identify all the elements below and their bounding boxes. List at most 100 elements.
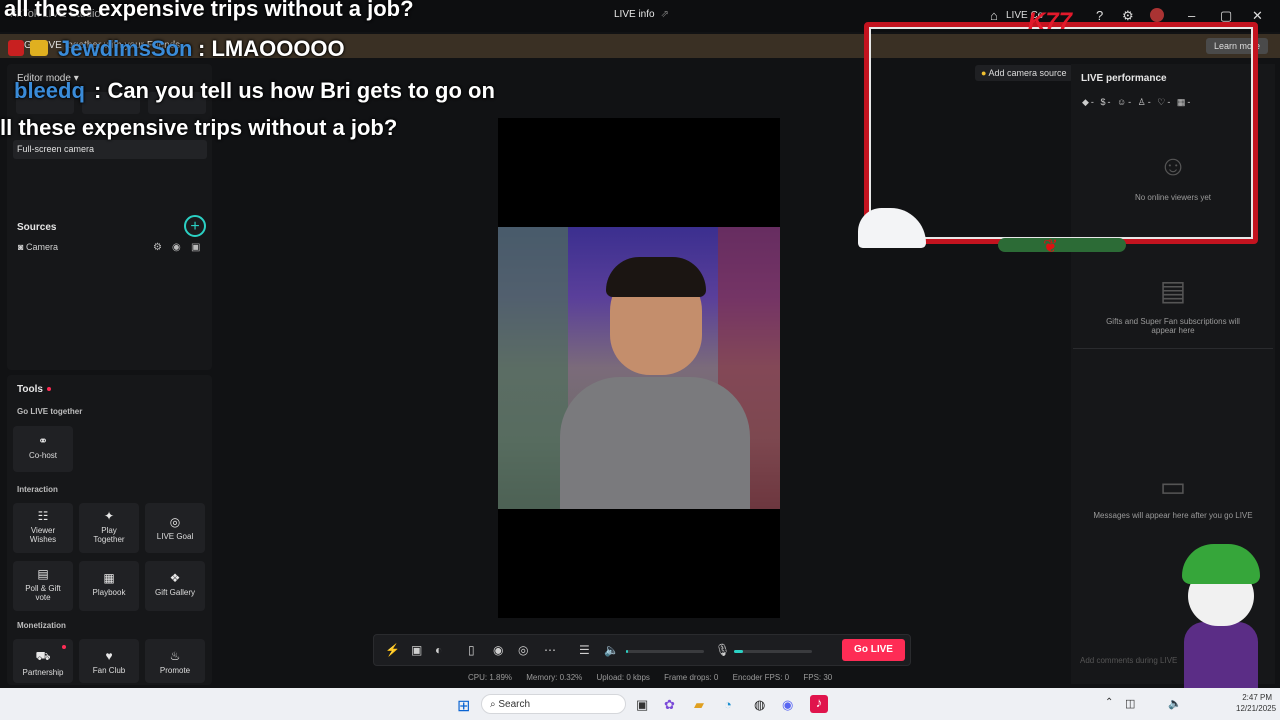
share-icon: ⇗ (660, 9, 669, 20)
chat-line-fragment: all these expensive trips without a job? (4, 0, 414, 21)
home-icon[interactable]: ⌂ (990, 8, 998, 23)
volume-icon[interactable]: 🔈 (604, 643, 619, 657)
more-icon[interactable]: ⋯ (544, 643, 556, 657)
camera-switch-icon[interactable]: ◎ (518, 643, 528, 657)
gift-gallery-label: Gift Gallery (154, 588, 195, 597)
neon-sign: K77 (1028, 8, 1073, 35)
taskbar-search[interactable]: ⌕ Search (481, 694, 626, 714)
poll-label-2: vote (35, 593, 51, 602)
mic-icon[interactable]: 🎙 (715, 643, 730, 657)
target-icon: ◎ (169, 515, 181, 529)
flame-icon: ♨ (169, 649, 181, 663)
volume-fill (626, 650, 629, 653)
chat-message: : Can you tell us how Bri gets to go on (94, 78, 495, 103)
play-together-tool[interactable]: ✦ Play Together (79, 503, 139, 553)
promote-label: Promote (159, 666, 191, 675)
viewer-wishes-label-2: Wishes (29, 535, 57, 544)
christmas-frame-overlay (864, 22, 1258, 244)
joker-hair (1182, 544, 1260, 584)
chat-empty-icon: ▭ (1159, 471, 1187, 502)
mic-fill (734, 650, 744, 653)
tools-title: Tools (17, 384, 43, 395)
memory-stat: Memory: 0.32% (526, 673, 583, 682)
record-icon[interactable]: ◉ (493, 643, 503, 657)
file-explorer-icon[interactable]: ▰ (694, 697, 704, 713)
badge-icon (8, 40, 24, 56)
upload-stat: Upload: 0 kbps (596, 673, 650, 682)
background-figure (498, 227, 568, 509)
mic-slider[interactable] (734, 650, 812, 653)
gifts-empty-text: Gifts and Super Fan subscriptions will a… (1106, 317, 1240, 335)
playbook-tool[interactable]: ▦ Playbook (79, 561, 139, 611)
network-icon[interactable]: ◫ (1125, 697, 1135, 710)
bow-icon: ❦ (1043, 236, 1059, 256)
promote-tool[interactable]: ♨ Promote (145, 639, 205, 683)
eye-icon[interactable]: ◉ (172, 242, 181, 253)
add-source-button[interactable]: + (184, 215, 206, 237)
copilot-icon[interactable]: ✿ (664, 697, 675, 713)
live-goal-tool[interactable]: ◎ LIVE Goal (145, 503, 205, 553)
divider (1073, 348, 1273, 349)
chat-message: : LMAOOOOO (198, 36, 345, 61)
gamepad-icon: ✦ (103, 509, 115, 523)
cohost-label: Co-host (28, 451, 57, 460)
play-together-label-2: Together (93, 535, 125, 544)
layout-fullscreen-camera[interactable]: Full-screen camera (13, 140, 207, 159)
crown-icon (30, 40, 48, 56)
app-icon[interactable]: ◍ (754, 697, 765, 713)
chevron-up-icon[interactable]: ⌃ (1105, 697, 1113, 708)
effects-icon[interactable]: ▣ (411, 643, 422, 657)
section-go-live-together: Go LIVE together (17, 407, 83, 416)
avatar[interactable] (1150, 8, 1164, 22)
sources-title: Sources (17, 222, 57, 233)
poll-gift-vote-tool[interactable]: ▤ Poll & Gift vote (13, 561, 73, 611)
discord-icon[interactable]: ◉ (782, 697, 793, 713)
cohost-tool[interactable]: ⚭ Co-host (13, 426, 73, 472)
chat-message-cont: ll these expensive trips without a job? (0, 115, 398, 140)
fan-club-label: Fan Club (92, 666, 126, 675)
poll-label: Poll & Gift (25, 584, 61, 593)
live-info-button[interactable]: LIVE info ⇗ (614, 9, 669, 20)
lock-icon[interactable]: ▣ (191, 242, 200, 253)
mixer-icon[interactable]: ☰ (579, 643, 590, 657)
phone-icon[interactable]: ▯ (468, 643, 475, 657)
clock[interactable]: 2:47 PM 12/21/2025 (1236, 692, 1276, 714)
partnership-label: Partnership (22, 668, 64, 677)
users-icon: ☷ (37, 509, 49, 523)
source-label: Camera (25, 242, 58, 252)
section-monetization: Monetization (17, 621, 66, 630)
volume-slider[interactable] (626, 650, 704, 653)
source-item-camera[interactable]: ◙ Camera (18, 242, 58, 252)
streamer-headphones (606, 257, 706, 297)
go-live-button[interactable]: Go LIVE (842, 639, 905, 661)
section-interaction: Interaction (17, 485, 58, 494)
viewer-wishes-tool[interactable]: ☷ Viewer Wishes (13, 503, 73, 553)
streamer-body (560, 377, 750, 509)
magic-wand-icon[interactable]: ⚡ (385, 643, 400, 657)
gift-empty-icon: ▤ (1159, 275, 1187, 306)
tiktok-live-studio-icon[interactable]: ♪ (810, 695, 828, 713)
camera-feed (498, 227, 780, 509)
browser-icon[interactable]: ◔ (724, 697, 732, 712)
garland-decoration (998, 238, 1126, 252)
date: 12/21/2025 (1236, 704, 1277, 713)
gift-gallery-tool[interactable]: ❖ Gift Gallery (145, 561, 205, 611)
live-goal-label: LIVE Goal (156, 532, 194, 541)
settings-icon[interactable]: ⚙ (153, 242, 162, 253)
stream-preview[interactable] (498, 118, 780, 618)
live-info-label: LIVE info (614, 9, 655, 20)
car-icon: ⛟ (35, 649, 51, 663)
minimize-icon[interactable]: – (1188, 8, 1195, 23)
chat-username: JewdimsSon (58, 36, 193, 61)
help-icon[interactable]: ? (1096, 8, 1103, 23)
volume-tray-icon[interactable]: 🔈 (1168, 697, 1182, 710)
book-icon: ▦ (103, 571, 115, 585)
task-view-icon[interactable]: ▣ (636, 697, 648, 713)
frame-drops-stat: Frame drops: 0 (664, 673, 719, 682)
cpu-stat: CPU: 1.89% (468, 673, 513, 682)
search-icon: ⌕ (490, 699, 496, 710)
heart-icon: ♥ (105, 649, 113, 663)
windows-start-icon[interactable]: ⊞ (457, 696, 470, 716)
filter-icon[interactable]: ◐ (435, 643, 442, 657)
fan-club-tool[interactable]: ♥ Fan Club (79, 639, 139, 683)
